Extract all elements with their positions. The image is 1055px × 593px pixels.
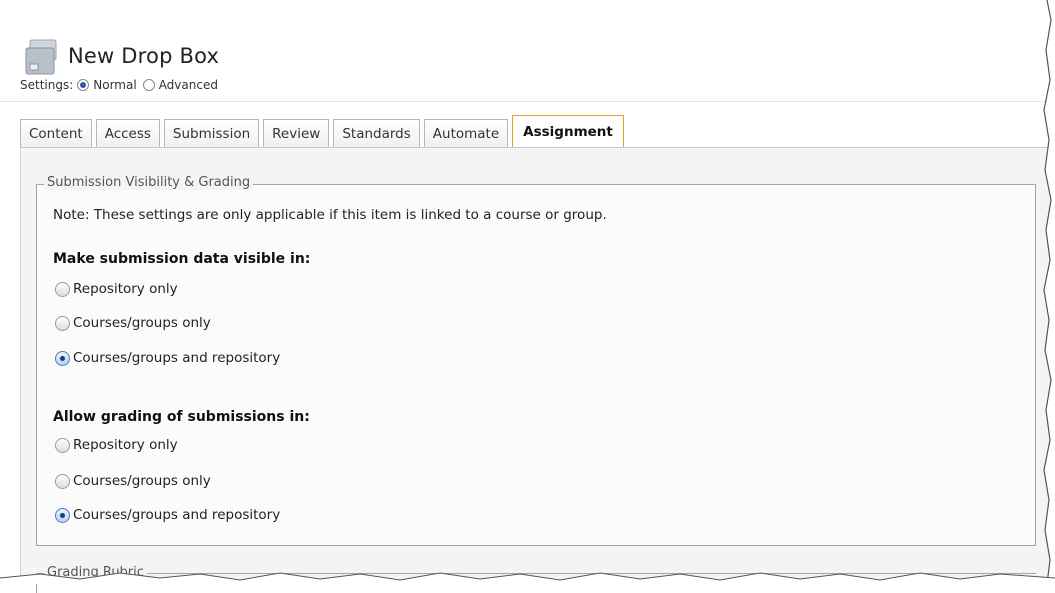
tab-review[interactable]: Review (263, 119, 330, 147)
visible-both-radio[interactable] (55, 350, 70, 366)
header-divider (0, 101, 1055, 102)
grading-option-repository[interactable]: Repository only (55, 437, 178, 453)
visibility-grading-legend: Submission Visibility & Grading (44, 175, 254, 190)
visible-option-repository[interactable]: Repository only (55, 281, 178, 297)
grading-repository-label[interactable]: Repository only (73, 437, 178, 453)
visible-in-heading: Make submission data visible in: (53, 251, 311, 267)
grading-courses-radio[interactable] (55, 473, 70, 489)
dropbox-folder-icon (25, 39, 57, 75)
settings-advanced-radio[interactable] (142, 79, 155, 91)
visible-repository-radio[interactable] (55, 281, 70, 297)
grading-repository-radio[interactable] (55, 437, 70, 453)
grading-option-both[interactable]: Courses/groups and repository (55, 507, 280, 523)
visible-option-both[interactable]: Courses/groups and repository (55, 350, 280, 366)
grading-in-heading: Allow grading of submissions in: (53, 409, 310, 425)
tab-standards[interactable]: Standards (333, 119, 420, 147)
tab-submission[interactable]: Submission (163, 119, 260, 147)
tab-automate[interactable]: Automate (423, 119, 509, 147)
grading-option-courses[interactable]: Courses/groups only (55, 473, 211, 489)
tab-access[interactable]: Access (95, 119, 160, 147)
settings-normal-radio[interactable] (77, 79, 90, 91)
linked-note: Note: These settings are only applicable… (53, 207, 607, 223)
settings-label: Settings: (20, 78, 74, 92)
tab-content[interactable]: Content (20, 119, 92, 147)
visible-option-courses[interactable]: Courses/groups only (55, 315, 211, 331)
grading-courses-label[interactable]: Courses/groups only (73, 473, 211, 489)
grading-both-radio[interactable] (55, 507, 70, 523)
visible-courses-label[interactable]: Courses/groups only (73, 315, 211, 331)
drop-box-settings-page: New Drop Box Settings: Normal Advanced C… (0, 0, 1055, 593)
settings-advanced-label[interactable]: Advanced (159, 78, 218, 92)
tab-bar: Content Access Submission Review Standar… (20, 115, 628, 147)
settings-normal-label[interactable]: Normal (93, 78, 136, 92)
visible-repository-label[interactable]: Repository only (73, 281, 178, 297)
page-title: New Drop Box (68, 44, 220, 68)
visible-courses-radio[interactable] (55, 315, 70, 331)
torn-edge-bottom (0, 572, 1055, 584)
torn-edge-right (1043, 0, 1055, 584)
visible-both-label[interactable]: Courses/groups and repository (73, 350, 280, 366)
tab-assignment[interactable]: Assignment (512, 115, 624, 147)
grading-both-label[interactable]: Courses/groups and repository (73, 507, 280, 523)
settings-mode: Settings: Normal Advanced (20, 78, 218, 92)
